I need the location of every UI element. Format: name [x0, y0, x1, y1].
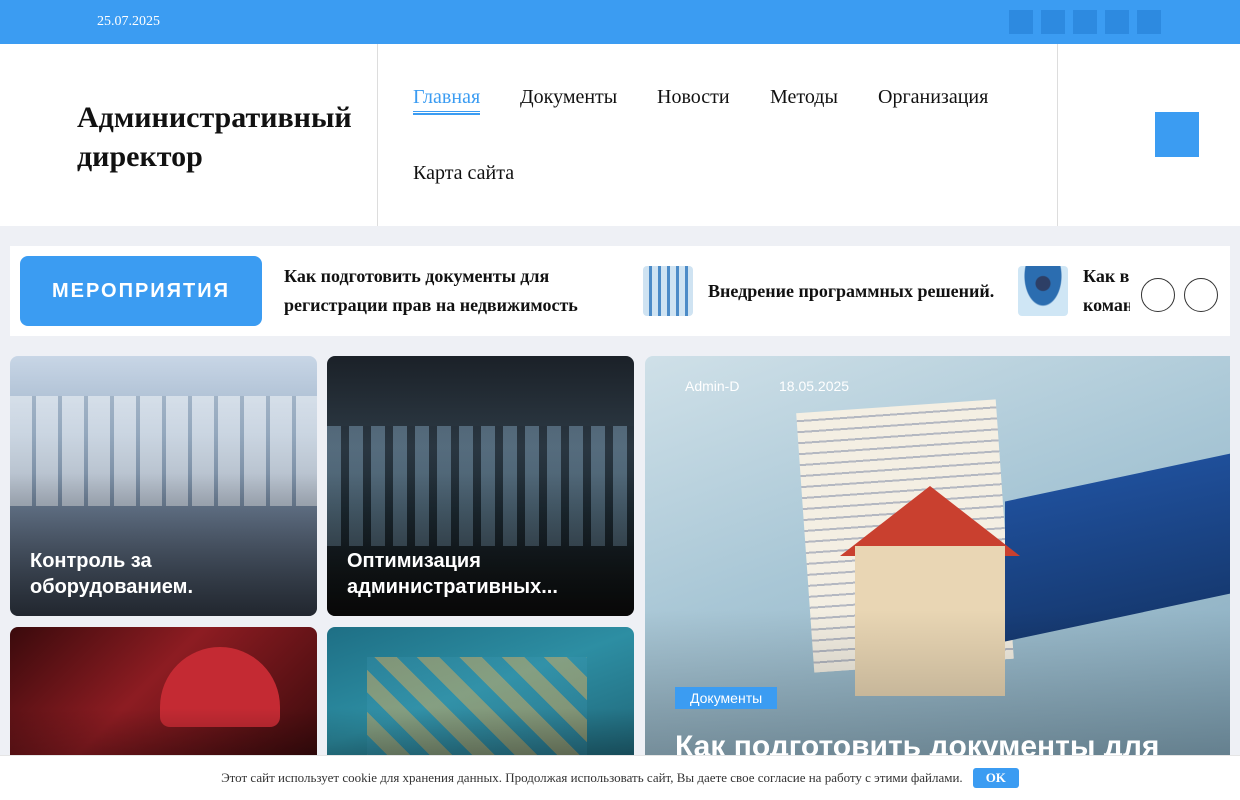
ticker-item[interactable]: Внедрение программных решений. [643, 246, 994, 336]
social-icon-3[interactable] [1073, 10, 1097, 34]
post-card[interactable]: Контроль за оборудованием. [10, 356, 317, 616]
cookie-banner: Этот сайт использует cookie для хранения… [0, 755, 1240, 800]
prev-arrow-button[interactable] [1141, 278, 1175, 312]
top-bar: 25.07.2025 [0, 0, 1240, 44]
divider [377, 44, 378, 226]
ticker-item-title: Внедрение программных решений. [708, 280, 995, 301]
nav-item-organization[interactable]: Организация [878, 86, 988, 109]
ticker-item[interactable]: Как подготовить документы для регистраци… [284, 246, 604, 336]
post-date: 18.05.2025 [779, 378, 850, 394]
ticker-item[interactable]: Как в команде [1018, 246, 1130, 336]
divider [1057, 44, 1058, 226]
events-strip: МЕРОПРИЯТИЯ Как подготовить документы дл… [10, 246, 1230, 336]
ticker-item-title: Как в команде [1083, 266, 1130, 315]
post-author[interactable]: Admin-D [685, 378, 739, 394]
social-icon-2[interactable] [1041, 10, 1065, 34]
nav-item-documents[interactable]: Документы [520, 86, 617, 109]
ticker-thumbnail [643, 266, 693, 316]
current-date: 25.07.2025 [97, 14, 160, 29]
ticker-thumbnail [1018, 266, 1068, 316]
social-links [1009, 10, 1161, 34]
next-arrow-button[interactable] [1184, 278, 1218, 312]
social-icon-4[interactable] [1105, 10, 1129, 34]
post-card-title[interactable]: Оптимизация административных... [347, 548, 614, 600]
nav-item-sitemap[interactable]: Карта сайта [413, 162, 514, 185]
post-card[interactable]: Оптимизация административных... [327, 356, 634, 616]
cookie-ok-button[interactable]: OK [972, 768, 1019, 788]
site-header: Административный директор Главная Докуме… [0, 44, 1240, 226]
nav-item-home[interactable]: Главная [413, 86, 481, 115]
nav-item-methods[interactable]: Методы [770, 86, 838, 109]
social-icon-5[interactable] [1137, 10, 1161, 34]
nav-item-news[interactable]: Новости [657, 86, 730, 109]
post-card-title[interactable]: Контроль за оборудованием. [30, 548, 297, 600]
category-badge[interactable]: Документы [675, 687, 778, 709]
site-logo[interactable]: Административный директор [77, 98, 367, 176]
events-ticker: Как подготовить документы для регистраци… [284, 246, 1130, 336]
social-icon-1[interactable] [1009, 10, 1033, 34]
search-button[interactable] [1155, 112, 1199, 157]
ticker-item-title: Как подготовить документы для регистраци… [284, 266, 578, 315]
cookie-text: Этот сайт использует cookie для хранения… [221, 770, 963, 785]
events-label[interactable]: МЕРОПРИЯТИЯ [20, 256, 262, 326]
featured-post[interactable]: Admin-D 18.05.2025 Документы Как подгото… [645, 356, 1230, 800]
